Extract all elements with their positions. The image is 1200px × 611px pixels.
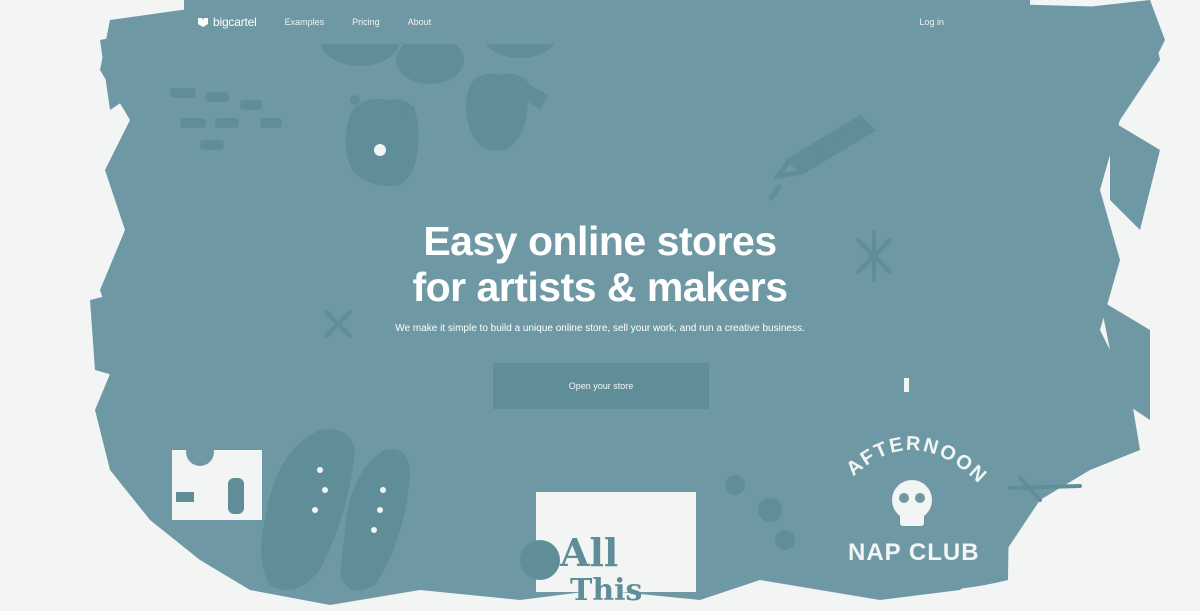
- brand-logo[interactable]: bigcartel: [198, 15, 257, 29]
- nav-link-pricing[interactable]: Pricing: [352, 17, 380, 27]
- hero-title-line2: for artists & makers: [412, 264, 788, 310]
- brand-name: bigcartel: [213, 15, 257, 29]
- nav-links: Examples Pricing About: [285, 17, 432, 27]
- nav-link-examples[interactable]: Examples: [285, 17, 325, 27]
- hero-subtitle: We make it simple to build a unique onli…: [395, 323, 805, 334]
- top-navigation: bigcartel Examples Pricing About Log in: [184, 0, 1030, 44]
- nav-link-about[interactable]: About: [408, 17, 432, 27]
- open-store-button[interactable]: Open your store: [493, 363, 709, 409]
- hero-title: Easy online stores for artists & makers: [0, 218, 1200, 310]
- bigcartel-logo-icon: [198, 18, 208, 27]
- page: All This AFTERNOON NAP CLUB bigcartel Ex…: [0, 0, 1200, 611]
- login-link[interactable]: Log in: [919, 17, 944, 27]
- hero-title-line1: Easy online stores: [423, 218, 777, 264]
